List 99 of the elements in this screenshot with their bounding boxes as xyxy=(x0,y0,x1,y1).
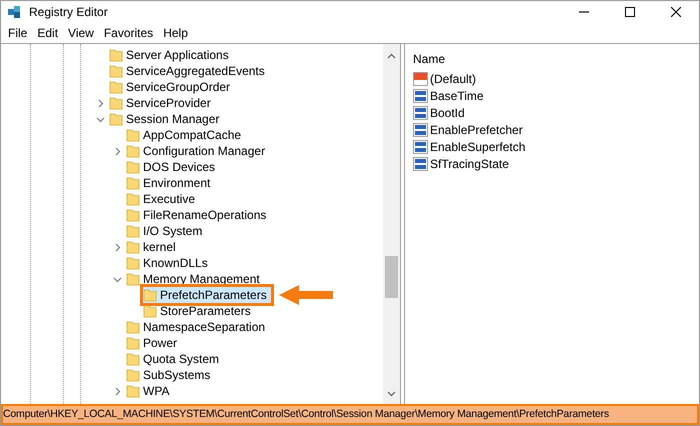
binary-value-icon xyxy=(413,156,428,170)
value-name[interactable]: BaseTime xyxy=(430,86,484,104)
chevron-down-icon[interactable] xyxy=(112,274,122,284)
menu-item[interactable]: Favorites xyxy=(98,24,158,42)
tree-item[interactable]: StoreParameters xyxy=(143,303,255,319)
tree-item[interactable]: SubSystems xyxy=(126,367,214,383)
tree-item[interactable]: ServiceGroupOrder xyxy=(109,79,234,95)
tree-item-label: Configuration Manager xyxy=(143,143,266,160)
folder-icon xyxy=(126,368,140,382)
tree-item[interactable]: Session Manager xyxy=(109,111,224,127)
tree-item-label: AppCompatCache xyxy=(143,127,242,144)
tree-item[interactable]: Environment xyxy=(126,175,214,191)
tree-item[interactable]: Memory Management xyxy=(126,271,264,287)
folder-icon xyxy=(109,48,123,62)
folder-icon xyxy=(126,320,140,334)
tree-item-label: KnownDLLs xyxy=(143,255,208,272)
tree-item-label: Memory Management xyxy=(143,271,260,288)
value-name[interactable]: SfTracingState xyxy=(430,154,509,172)
tree-item[interactable]: Power xyxy=(126,335,182,351)
value-name[interactable]: EnablePrefetcher xyxy=(430,120,523,138)
tree-item[interactable]: FileRenameOperations xyxy=(126,207,270,223)
chevron-right-icon[interactable] xyxy=(112,146,122,156)
tree-item[interactable]: AppCompatCache xyxy=(126,127,246,143)
scroll-thumb[interactable] xyxy=(385,256,398,298)
maximize-icon xyxy=(625,7,635,17)
column-header[interactable]: Name xyxy=(413,50,699,70)
tree-item[interactable]: ServiceProvider xyxy=(109,95,215,111)
tree-item-label: kernel xyxy=(143,239,176,256)
tree-item-label: ServiceProvider xyxy=(126,95,211,112)
binary-value-icon xyxy=(413,140,428,154)
string-value-icon xyxy=(413,72,428,86)
chevron-down-icon[interactable] xyxy=(96,114,104,124)
tree-item[interactable]: DOS Devices xyxy=(126,159,220,175)
tree-item-label: Executive xyxy=(143,191,196,208)
folder-icon xyxy=(126,384,140,398)
menu-item[interactable]: Help xyxy=(158,24,193,42)
folder-icon xyxy=(109,80,123,94)
chevron-right-icon[interactable] xyxy=(112,386,122,396)
pointer-arrow-icon xyxy=(278,285,333,305)
tree-item[interactable]: WPA xyxy=(126,383,174,399)
tree-item[interactable]: kernel xyxy=(126,239,180,255)
menu-item[interactable]: File xyxy=(3,24,32,42)
folder-icon xyxy=(143,288,157,302)
folder-icon xyxy=(126,192,140,206)
tree-item-label: ServiceAggregatedEvents xyxy=(126,63,265,80)
chevron-right-icon[interactable] xyxy=(96,98,104,108)
folder-icon xyxy=(126,208,140,222)
tree-item-label: Power xyxy=(143,335,178,352)
window-title: Registry Editor xyxy=(29,4,108,21)
key-path: Computer\HKEY_LOCAL_MACHINE\SYSTEM\CurrentControlSet\Control\Session Manager\Memory Management\PrefetchParameters xyxy=(2,407,609,422)
folder-icon xyxy=(126,128,140,142)
tree-item-label: Environment xyxy=(143,175,210,192)
folder-icon xyxy=(126,352,140,366)
tree-item[interactable]: ServiceAggregatedEvents xyxy=(109,63,269,79)
menu-item[interactable]: View xyxy=(63,24,99,42)
folder-icon xyxy=(126,272,140,286)
value-name[interactable]: EnableSuperfetch xyxy=(430,138,526,156)
folder-icon xyxy=(126,176,140,190)
tree-item-label: I/O System xyxy=(143,223,202,240)
tree-item-label: StoreParameters xyxy=(160,303,251,320)
folder-icon xyxy=(126,336,140,350)
tree-item[interactable]: KnownDLLs xyxy=(126,255,212,271)
folder-icon xyxy=(109,112,123,126)
scrollbar[interactable] xyxy=(383,44,400,404)
tree-item[interactable]: Quota System xyxy=(126,351,224,367)
tree-item[interactable]: I/O System xyxy=(126,223,206,239)
tree-item-label: FileRenameOperations xyxy=(143,207,266,224)
tree-item[interactable]: Executive xyxy=(126,191,200,207)
binary-value-icon xyxy=(413,88,428,102)
folder-icon xyxy=(109,64,123,78)
registry-cubes-icon xyxy=(7,4,23,20)
tree-item-label: DOS Devices xyxy=(143,159,216,176)
tree-item[interactable]: Configuration Manager xyxy=(126,143,270,159)
folder-icon xyxy=(126,144,140,158)
value-name[interactable]: BootId xyxy=(430,104,465,122)
tree-item-label: NamespaceSeparation xyxy=(143,319,266,336)
folder-icon xyxy=(126,256,140,270)
tree-item-label: Quota System xyxy=(143,351,220,368)
tree-item-label: PrefetchParameters xyxy=(160,287,267,304)
close-icon xyxy=(671,7,681,17)
tree-item[interactable]: PrefetchParameters xyxy=(143,287,271,303)
tree-item-label: Server Applications xyxy=(126,47,229,64)
scroll-down-icon[interactable] xyxy=(387,389,396,398)
folder-icon xyxy=(109,96,123,110)
folder-icon xyxy=(126,160,140,174)
folder-icon xyxy=(126,224,140,238)
tree-item[interactable]: Server Applications xyxy=(109,47,233,63)
value-name[interactable]: (Default) xyxy=(430,70,476,88)
folder-icon xyxy=(126,240,140,254)
chevron-right-icon[interactable] xyxy=(112,242,122,252)
scroll-up-icon[interactable] xyxy=(387,52,396,61)
menu-item[interactable]: Edit xyxy=(32,24,64,42)
tree-item-label: Session Manager xyxy=(126,111,220,128)
tree-item-label: SubSystems xyxy=(143,367,210,384)
tree-item[interactable]: NamespaceSeparation xyxy=(126,319,270,335)
binary-value-icon xyxy=(413,122,428,136)
tree-item-label: WPA xyxy=(143,383,170,400)
tree-item-label: ServiceGroupOrder xyxy=(126,79,230,96)
binary-value-icon xyxy=(413,106,428,120)
